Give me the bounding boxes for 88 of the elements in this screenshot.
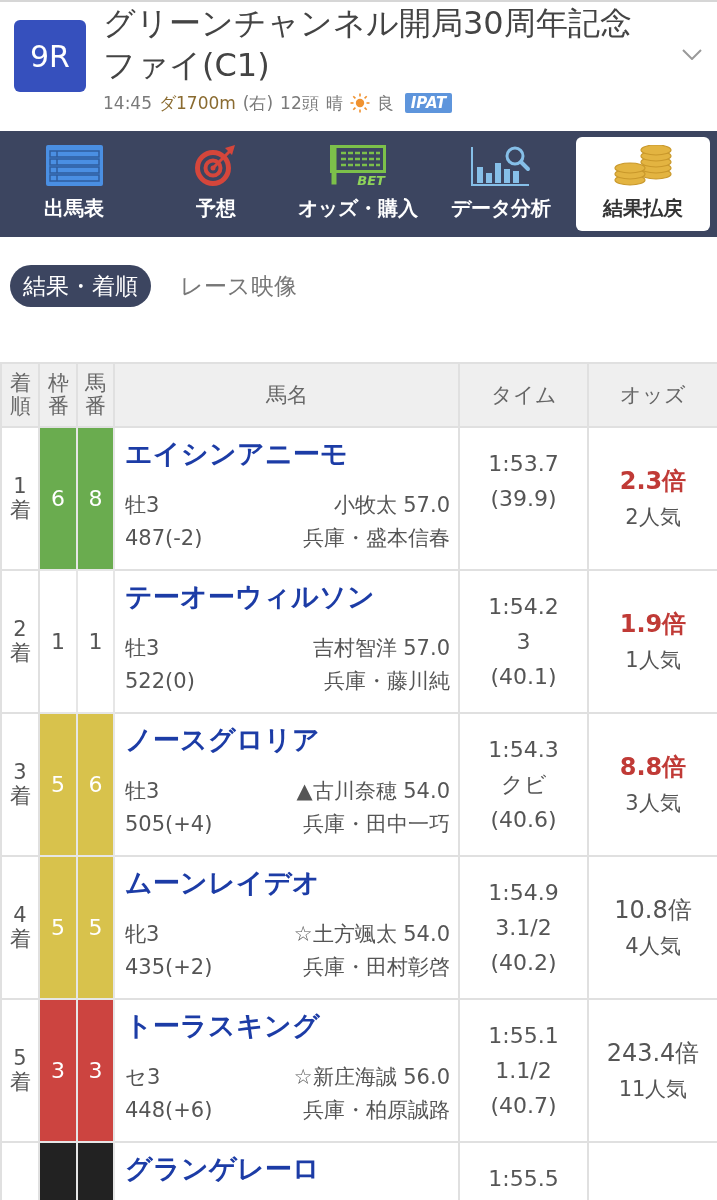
nav-tab[interactable]: データ分析 (433, 137, 568, 231)
track-condition: 良 (376, 92, 394, 114)
betting-badge: IPAT (404, 93, 453, 113)
frame-number-cell: 5 (39, 713, 77, 856)
last-3f-text: (40.2) (490, 949, 557, 977)
nav-tab[interactable]: 出馬表 (7, 137, 142, 231)
chevron-down-icon[interactable] (682, 49, 702, 60)
column-header: 馬名 (114, 363, 459, 427)
sex-age-text: 牝3 (125, 921, 160, 948)
race-title: グリーンチャンネル開局30周年記念 (103, 3, 632, 44)
trainer-text: 兵庫・盛本信春 (303, 525, 450, 552)
last-3f-text: (40.1) (490, 663, 557, 691)
odds-text: 1.9倍 (619, 608, 687, 640)
last-3f-text: (40.7) (490, 1092, 557, 1120)
runner-count: 12頭 (280, 92, 319, 114)
odds-text: 2.3倍 (619, 465, 687, 497)
odds-text: 8.8倍 (619, 751, 687, 783)
finish-time-text: 1:54.9 (488, 879, 559, 907)
jockey-weight-text: 吉村智洋 57.0 (312, 635, 450, 662)
body-weight-text: 505(+4) (125, 811, 213, 838)
last-3f-text: (40.6) (490, 806, 557, 834)
horse-name-link[interactable]: テーオーウィルソン (125, 579, 375, 615)
column-header: オッズ (588, 363, 717, 427)
sun-icon (349, 93, 370, 113)
jockey-weight-text: ☆土方颯太 54.0 (293, 921, 450, 948)
column-header: 馬番 (77, 363, 114, 427)
weather-text: 晴 (325, 92, 343, 114)
popularity-text: 1人気 (625, 646, 681, 674)
horse-number-cell: 8 (77, 427, 114, 570)
trainer-text: 兵庫・田中一巧 (303, 811, 450, 838)
horse-number-cell: 1 (77, 570, 114, 713)
column-header: 枠番 (39, 363, 77, 427)
coins-icon (612, 145, 673, 186)
race-number-badge: 9R (14, 20, 86, 92)
body-weight-text: 487(-2) (125, 525, 203, 552)
margin-text: 3.1/2 (495, 914, 552, 942)
sex-age-text: 牡3 (125, 778, 160, 805)
finish-time-text: 1:55.1 (488, 1022, 559, 1050)
popularity-text: 3人気 (625, 789, 681, 817)
frame-number-cell: 5 (39, 856, 77, 999)
odds-text: 243.4倍 (606, 1037, 700, 1069)
list-icon (45, 145, 103, 186)
sub-tab[interactable]: レース映像 (167, 265, 310, 307)
frame-number-cell: 1 (39, 570, 77, 713)
jockey-weight-text: 小牧太 57.0 (333, 492, 450, 519)
frame-number-cell: 3 (39, 999, 77, 1142)
body-weight-text: 435(+2) (125, 954, 213, 981)
column-header: 着順 (1, 363, 39, 427)
course-distance: ダ1700m (159, 92, 236, 114)
finish-time-text: 1:54.3 (488, 736, 559, 764)
horse-name-link[interactable]: ムーンレイデオ (125, 865, 320, 901)
trainer-text: 兵庫・柏原誠路 (303, 1097, 450, 1124)
horse-number-cell: 3 (77, 999, 114, 1142)
popularity-text: 4人気 (625, 932, 681, 960)
sex-age-text: 牡3 (125, 492, 160, 519)
race-title: ファイ(C1) (103, 45, 270, 86)
margin-text: 1.1/2 (495, 1057, 552, 1085)
nav-tab[interactable]: 結果払戻 (575, 137, 710, 231)
horse-name-link[interactable]: エイシンアニーモ (125, 436, 348, 472)
jockey-weight-text: ▲古川奈穂 54.0 (296, 778, 450, 805)
finish-time-text: 1:55.5 (488, 1165, 559, 1193)
chart-search-icon (470, 145, 531, 186)
finish-time-text: 1:54.2 (488, 593, 559, 621)
margin-text: 3 (516, 628, 531, 656)
sub-tab[interactable]: 結果・着順 (10, 265, 151, 307)
jockey-weight-text: ☆新庄海誠 56.0 (293, 1064, 450, 1091)
trainer-text: 兵庫・田村彰啓 (303, 954, 450, 981)
nav-tab[interactable]: BET オッズ・購入 (291, 137, 426, 231)
horse-name-link[interactable]: トーラスキング (125, 1008, 320, 1044)
odds-text: 10.8倍 (614, 894, 692, 926)
margin-text: クビ (500, 771, 547, 799)
popularity-text: 2人気 (625, 503, 681, 531)
body-weight-text: 448(+6) (125, 1097, 213, 1124)
trainer-text: 兵庫・藤川純 (324, 668, 450, 695)
column-header: タイム (459, 363, 588, 427)
sex-age-text: セ3 (125, 1064, 161, 1091)
popularity-text: 11人気 (618, 1075, 688, 1103)
sex-age-text: 牡3 (125, 635, 160, 662)
post-time: 14:45 (103, 92, 152, 114)
horse-number-cell: 6 (77, 713, 114, 856)
frame-number-cell: 6 (39, 427, 77, 570)
last-3f-text: (39.9) (490, 485, 557, 513)
horse-number-cell: 5 (77, 856, 114, 999)
horse-name-link[interactable]: ノースグロリア (125, 722, 320, 758)
finish-time-text: 1:53.7 (488, 450, 559, 478)
body-weight-text: 522(0) (125, 668, 195, 695)
course-direction: (右) (242, 92, 274, 114)
nav-tab[interactable]: 予想 (149, 137, 284, 231)
